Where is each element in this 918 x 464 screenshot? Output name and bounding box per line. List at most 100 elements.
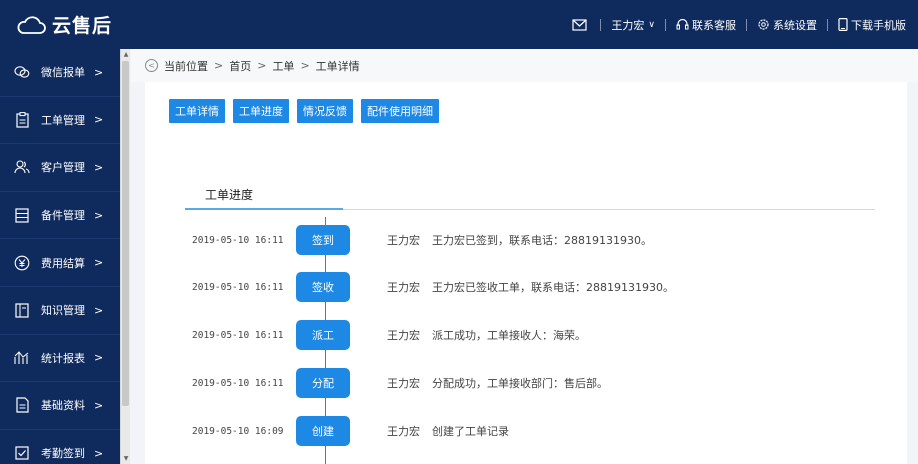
- mail-button[interactable]: [572, 18, 590, 31]
- timeline-row: 2019-05-10 16:11 分配 王力宏 分配成功，工单接收部门：售后部。: [145, 368, 907, 398]
- timeline-description: 王力宏已签收工单，联系电话：28819131930。: [432, 281, 674, 294]
- list-icon: [13, 206, 31, 224]
- divider: [746, 18, 747, 31]
- timeline-user: 王力宏: [387, 425, 420, 438]
- sidebar-item[interactable]: 基础资料 >: [0, 382, 120, 430]
- timeline-time: 2019-05-10 16:11: [192, 377, 284, 389]
- checkbox-icon: [13, 444, 31, 462]
- timeline-row: 2019-05-10 16:11 派工 王力宏 派工成功，工单接收人：海荣。: [145, 320, 907, 350]
- divider: [827, 18, 828, 31]
- chevron-right-icon: >: [94, 446, 104, 460]
- chevron-right-icon: >: [94, 303, 104, 317]
- settings-label: 系统设置: [773, 18, 817, 32]
- support-link[interactable]: 联系客服: [676, 17, 736, 33]
- sidebar-item-label: 备件管理: [41, 209, 85, 223]
- cloud-icon: [17, 15, 46, 34]
- timeline-time: 2019-05-10 16:11: [192, 234, 284, 246]
- parts-usage-button[interactable]: 配件使用明细: [361, 99, 439, 123]
- timeline-description: 创建了工单记录: [432, 425, 509, 438]
- timeline-time: 2019-05-10 16:11: [192, 329, 284, 341]
- chevron-right-icon: >: [94, 113, 104, 127]
- support-label: 联系客服: [692, 18, 736, 32]
- sidebar-item-label: 微信报单: [41, 66, 85, 80]
- timeline-user: 王力宏: [387, 329, 420, 342]
- breadcrumb-current: 工单详情: [315, 59, 360, 73]
- phone-icon: [838, 18, 848, 31]
- scroll-up-arrow[interactable]: ▲: [122, 51, 130, 58]
- headset-icon: [676, 18, 689, 30]
- app-title: 云售后: [52, 15, 113, 37]
- back-icon[interactable]: <: [145, 59, 158, 72]
- app-logo[interactable]: 云售后: [0, 11, 127, 38]
- chevron-right-icon: >: [94, 160, 104, 174]
- timeline-row: 2019-05-10 16:11 签到 王力宏 王力宏已签到，联系电话：2881913…: [145, 225, 907, 255]
- settings-link[interactable]: 系统设置: [757, 17, 817, 33]
- timeline-status-badge: 创建: [296, 416, 350, 446]
- breadcrumb-separator: >: [300, 59, 310, 72]
- document-icon: [13, 396, 31, 414]
- tab-bar: 工单进度: [185, 182, 875, 210]
- timeline-row: 2019-05-10 16:09 创建 王力宏 创建了工单记录: [145, 416, 907, 446]
- chevron-right-icon: >: [94, 351, 104, 365]
- gear-icon: [758, 19, 769, 30]
- user-name: 王力宏: [611, 18, 645, 32]
- timeline-user: 王力宏: [387, 377, 420, 390]
- timeline-description: 王力宏已签到，联系电话：28819131930。: [432, 234, 652, 247]
- sidebar-item[interactable]: 微信报单 >: [0, 49, 120, 97]
- sidebar-item[interactable]: 备件管理 >: [0, 192, 120, 240]
- sidebar-item[interactable]: 统计报表 >: [0, 335, 120, 383]
- timeline-description: 分配成功，工单接收部门：售后部。: [432, 377, 608, 390]
- sidebar-item-label: 考勤签到: [41, 447, 85, 461]
- chart-icon: [13, 349, 31, 367]
- breadcrumb-home[interactable]: 首页: [229, 58, 251, 74]
- top-bar: 云售后 王力宏 ∨ 联系客服 系统设置 下载手机版: [0, 0, 918, 49]
- mobile-download-link[interactable]: 下载手机版: [838, 17, 906, 33]
- timeline-time: 2019-05-10 16:11: [192, 281, 284, 293]
- timeline-time: 2019-05-10 16:09: [192, 425, 284, 437]
- sidebar-scrollbar[interactable]: ▲ ▼: [120, 49, 130, 464]
- yuan-icon: [13, 254, 31, 272]
- sidebar: 微信报单 > 工单管理 > 客户管理 > 备件管理 > 费用结算 > 知识管理 > 统计报表 > 基础资料 >…: [0, 49, 120, 464]
- timeline-user: 王力宏: [387, 234, 420, 247]
- workorder-detail-button[interactable]: 工单详情: [169, 99, 225, 123]
- sidebar-item[interactable]: 客户管理 >: [0, 144, 120, 192]
- sidebar-item[interactable]: 考勤签到 >: [0, 430, 120, 464]
- workorder-progress-button[interactable]: 工单进度: [233, 99, 289, 123]
- scroll-down-arrow[interactable]: ▼: [122, 455, 130, 462]
- mail-icon: [572, 18, 588, 31]
- breadcrumb: < 当前位置 > 首页 > 工单 > 工单详情: [131, 49, 918, 82]
- breadcrumb-separator: >: [257, 59, 267, 72]
- scrollbar-thumb[interactable]: [122, 61, 129, 406]
- chevron-down-icon: ∨: [648, 19, 655, 30]
- tab-workorder-progress[interactable]: 工单进度: [185, 182, 343, 210]
- sidebar-item-label: 工单管理: [41, 113, 85, 127]
- timeline-user: 王力宏: [387, 281, 420, 294]
- top-actions: 王力宏 ∨ 联系客服 系统设置 下载手机版: [572, 17, 918, 33]
- breadcrumb-separator: >: [214, 59, 224, 72]
- chevron-right-icon: >: [94, 398, 104, 412]
- timeline-description: 派工成功，工单接收人：海荣。: [432, 329, 586, 342]
- timeline-status-badge: 签到: [296, 225, 350, 255]
- timeline-status-badge: 签收: [296, 272, 350, 302]
- sidebar-item[interactable]: 知识管理 >: [0, 287, 120, 335]
- chevron-right-icon: >: [94, 256, 104, 270]
- book-icon: [13, 301, 31, 319]
- sidebar-item-label: 知识管理: [41, 304, 85, 318]
- sidebar-item[interactable]: 费用结算 >: [0, 239, 120, 287]
- sidebar-item-label: 费用结算: [41, 256, 85, 270]
- chevron-right-icon: >: [94, 65, 104, 79]
- mobile-label: 下载手机版: [851, 18, 906, 32]
- sidebar-item[interactable]: 工单管理 >: [0, 97, 120, 145]
- clipboard-icon: [13, 111, 31, 129]
- sidebar-item-label: 基础资料: [41, 399, 85, 413]
- user-menu[interactable]: 王力宏 ∨: [611, 17, 655, 33]
- timeline-status-badge: 派工: [296, 320, 350, 350]
- divider: [600, 18, 602, 31]
- sidebar-item-label: 客户管理: [41, 161, 85, 175]
- breadcrumb-workorder[interactable]: 工单: [272, 58, 294, 74]
- users-icon: [13, 158, 31, 176]
- feedback-button[interactable]: 情况反馈: [297, 99, 353, 123]
- chevron-right-icon: >: [94, 208, 104, 222]
- timeline-row: 2019-05-10 16:11 签收 王力宏 王力宏已签收工单，联系电话：28819…: [145, 272, 907, 302]
- divider: [665, 18, 666, 31]
